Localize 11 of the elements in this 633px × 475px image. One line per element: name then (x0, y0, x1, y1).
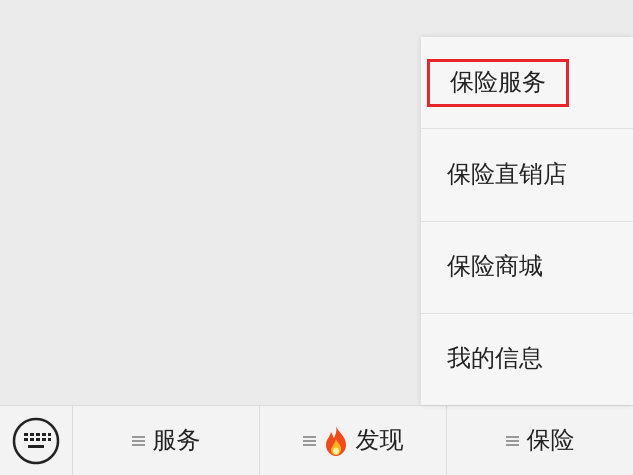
menu-lines-icon (132, 434, 144, 446)
menu-item[interactable]: 保险商城 (447, 243, 543, 292)
keyboard-icon[interactable] (12, 416, 60, 464)
menu-lines-icon (302, 434, 316, 446)
menu-tab[interactable]: 保险 (446, 406, 633, 475)
menu-item[interactable]: 保险服务 (427, 58, 569, 107)
menu-item[interactable]: 保险直销店 (447, 150, 567, 199)
menu-item[interactable]: 我的信息 (447, 335, 543, 384)
menu-tab[interactable]: 服务 (72, 406, 259, 475)
menu-lines-icon (506, 434, 518, 446)
menu-tab[interactable]: 发现 (259, 406, 446, 475)
